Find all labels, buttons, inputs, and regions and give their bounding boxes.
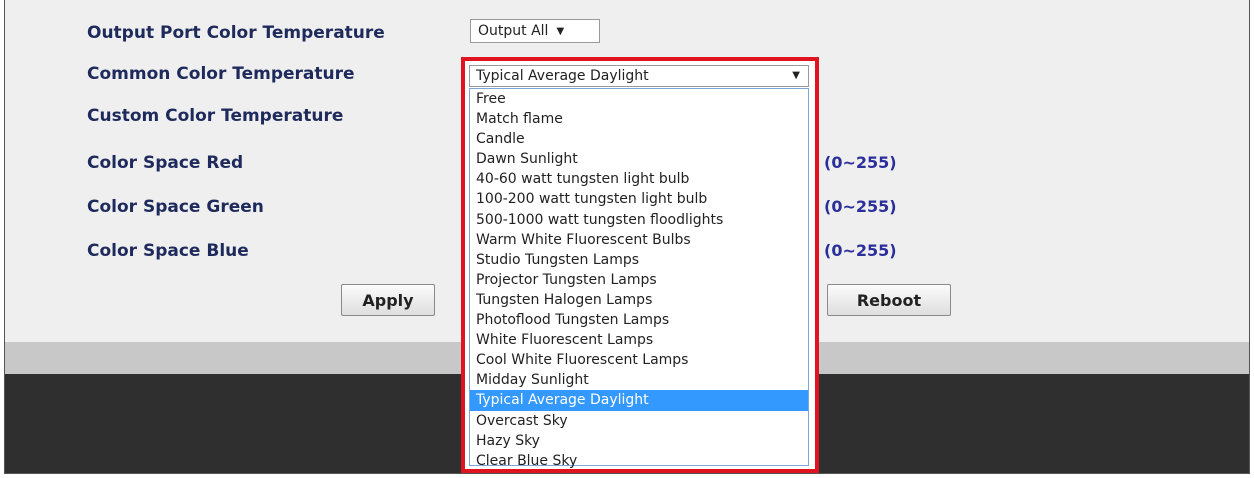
output-port-color-temperature-label: Output Port Color Temperature (87, 23, 385, 43)
custom-color-temperature-label: Custom Color Temperature (87, 106, 344, 126)
dropdown-option[interactable]: Hazy Sky (470, 431, 808, 451)
output-port-select-value: Output All (478, 23, 549, 39)
color-space-blue-label: Color Space Blue (87, 241, 249, 261)
apply-button[interactable]: Apply (341, 284, 435, 316)
dropdown-option[interactable]: Typical Average Daylight (470, 390, 808, 411)
dropdown-option[interactable]: Match flame (470, 109, 808, 129)
highlight-box: Typical Average Daylight ▼ Free Match fla… (461, 57, 819, 473)
reboot-button[interactable]: Reboot (827, 284, 951, 316)
dropdown-option[interactable]: Warm White Fluorescent Bulbs (470, 230, 808, 250)
common-color-temperature-select[interactable]: Typical Average Daylight ▼ (469, 65, 809, 87)
dropdown-option[interactable]: Cool White Fluorescent Lamps (470, 350, 808, 370)
dropdown-option[interactable]: Projector Tungsten Lamps (470, 270, 808, 290)
dropdown-option[interactable]: Studio Tungsten Lamps (470, 250, 808, 270)
dropdown-option[interactable]: White Fluorescent Lamps (470, 330, 808, 350)
dropdown-option[interactable]: Clear Blue Sky (470, 451, 808, 471)
dropdown-option[interactable]: Photoflood Tungsten Lamps (470, 310, 808, 330)
color-space-red-label: Color Space Red (87, 153, 244, 173)
chevron-down-icon: ▼ (556, 25, 565, 37)
output-port-select[interactable]: Output All ▼ (470, 19, 600, 43)
dropdown-option[interactable]: Overcast Sky (470, 411, 808, 431)
green-range-hint: (0~255) (824, 197, 897, 216)
red-range-hint: (0~255) (824, 153, 897, 172)
dropdown-option[interactable]: Dawn Sunlight (470, 149, 808, 169)
dropdown-option[interactable]: 40-60 watt tungsten light bulb (470, 169, 808, 189)
chevron-down-icon: ▼ (792, 70, 800, 81)
dropdown-option[interactable]: Candle (470, 129, 808, 149)
dropdown-option[interactable]: 500-1000 watt tungsten floodlights (470, 210, 808, 230)
dropdown-option[interactable]: Free (470, 89, 808, 109)
common-color-temperature-label: Common Color Temperature (87, 64, 355, 84)
color-space-green-label: Color Space Green (87, 197, 264, 217)
dropdown-option[interactable]: Midday Sunlight (470, 370, 808, 390)
dropdown-option[interactable]: Tungsten Halogen Lamps (470, 290, 808, 310)
common-select-value: Typical Average Daylight (476, 68, 649, 84)
blue-range-hint: (0~255) (824, 241, 897, 260)
color-temperature-dropdown-list[interactable]: Free Match flame Candle Dawn Sunlight 40-60 … (469, 88, 809, 469)
dropdown-option[interactable]: 100-200 watt tungsten light bulb (470, 189, 808, 209)
